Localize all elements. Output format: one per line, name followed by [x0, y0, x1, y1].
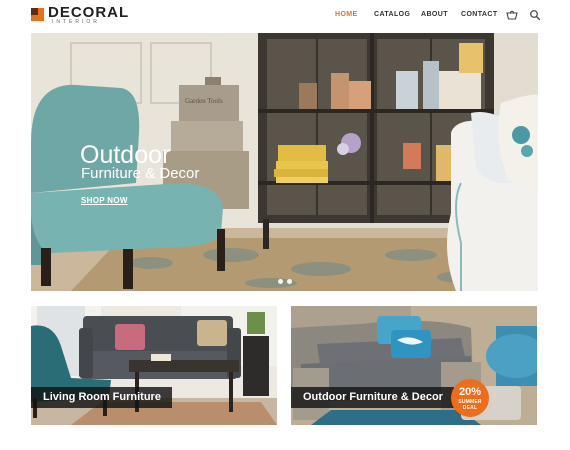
logo-name: DECORAL	[48, 4, 130, 21]
tile-caption-living-room[interactable]: Living Room Furniture	[31, 387, 172, 408]
logo-tagline: INTERIOR	[52, 19, 100, 25]
badge-text: SUMMER DEAL	[458, 399, 482, 411]
hero-banner[interactable]: Garden Tools Outdoor Furniture & Decor S…	[31, 33, 538, 291]
search-icon[interactable]	[529, 9, 541, 21]
shop-now-link[interactable]: SHOP NOW	[81, 196, 128, 206]
slider-dot-2[interactable]	[287, 279, 292, 284]
hero-subtitle: Furniture & Decor	[81, 165, 200, 182]
nav-contact[interactable]: CONTACT	[461, 11, 498, 19]
nav-catalog[interactable]: CATALOG	[374, 11, 410, 19]
nav-home[interactable]: HOME	[335, 11, 358, 19]
summer-deal-badge[interactable]: 20% SUMMER DEAL	[451, 379, 489, 417]
site-header: DECORAL INTERIOR HOME CATALOG ABOUT CONT…	[0, 0, 570, 30]
cart-icon[interactable]	[506, 9, 518, 21]
box-lettering: Garden Tools	[185, 97, 223, 105]
tile-caption-outdoor[interactable]: Outdoor Furniture & Decor	[291, 387, 454, 408]
badge-percent: 20%	[458, 386, 482, 398]
slider-dot-1[interactable]	[278, 279, 283, 284]
logo-mark-icon	[31, 8, 44, 21]
outdoor-tile[interactable]: Outdoor Furniture & Decor 20% SUMMER DEA…	[291, 306, 537, 425]
living-room-tile[interactable]: Living Room Furniture	[31, 306, 277, 425]
nav-about[interactable]: ABOUT	[421, 11, 448, 19]
